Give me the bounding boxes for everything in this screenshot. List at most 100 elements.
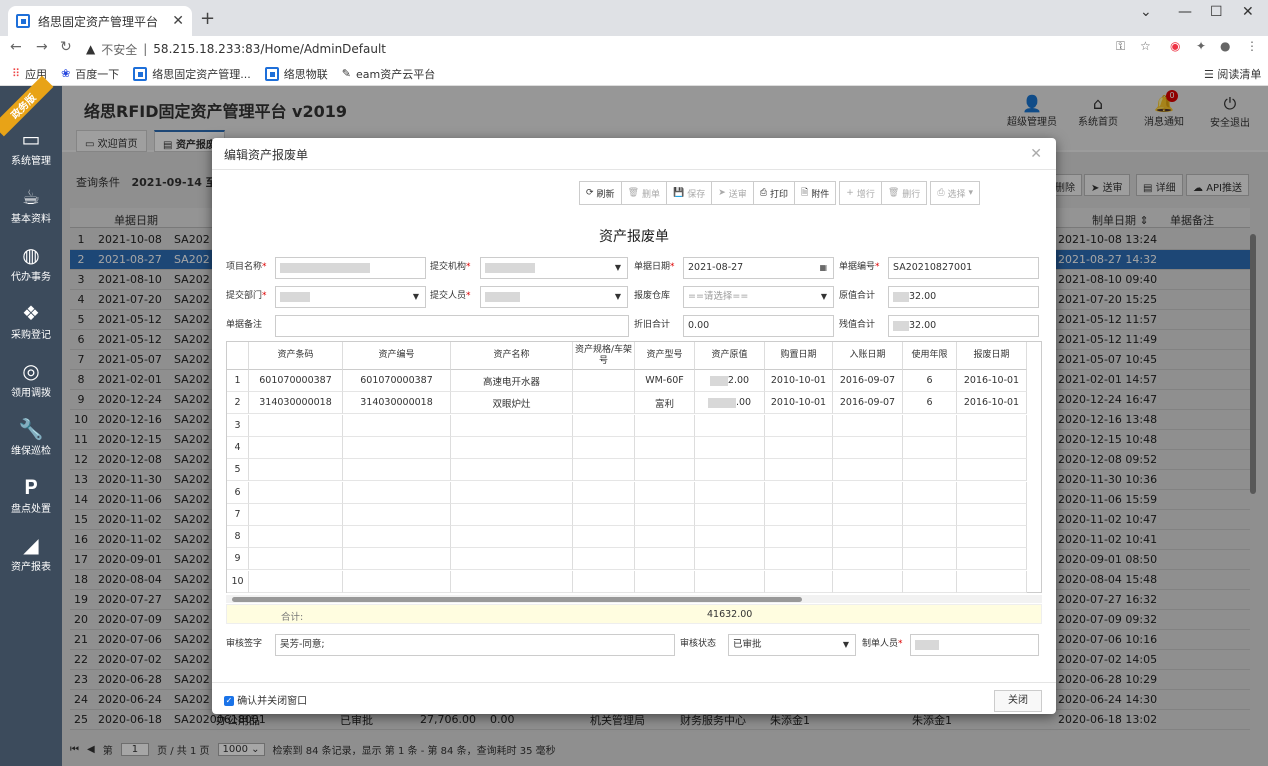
grid-cell[interactable] (343, 436, 451, 459)
maker-field[interactable] (910, 634, 1039, 656)
sign-field[interactable]: 吴芳-同意; (275, 634, 675, 656)
send-audit-button[interactable]: ➤ 送审 (711, 181, 754, 205)
grid-cell[interactable] (903, 459, 957, 482)
grid-cell[interactable]: 富利 (635, 392, 695, 415)
grid-cell[interactable] (695, 481, 765, 504)
sidebar-item-reports[interactable]: ◢ 资产报表 (0, 532, 62, 573)
grid-cell[interactable] (957, 526, 1027, 549)
grid-cell[interactable] (635, 481, 695, 504)
submit-org-select[interactable]: ▼ (480, 257, 628, 279)
close-icon[interactable]: ✕ (1030, 146, 1042, 162)
grid-cell[interactable] (249, 570, 343, 593)
grid-cell[interactable] (451, 481, 573, 504)
chrome-extension-icon[interactable]: ◉ (1170, 39, 1180, 53)
grid-cell[interactable] (957, 548, 1027, 571)
grid-cell[interactable] (451, 526, 573, 549)
grid-cell[interactable] (903, 526, 957, 549)
grid-cell[interactable] (573, 370, 635, 392)
grid-cell[interactable] (903, 548, 957, 571)
close-button[interactable]: 关闭 (994, 690, 1042, 712)
grid-cell[interactable] (903, 481, 957, 504)
grid-cell[interactable] (451, 503, 573, 526)
refresh-button[interactable]: ⟳ 刷新 (579, 181, 622, 205)
calendar-icon[interactable]: ▦ (819, 258, 827, 278)
scroll-thumb[interactable] (232, 597, 802, 602)
delete-row-button[interactable]: 🗑 删行 (880, 181, 928, 205)
doc-date-field[interactable]: 2021-08-27 ▦ (683, 257, 834, 279)
grid-cell[interactable] (343, 526, 451, 549)
sidebar-item-maintain[interactable]: 🔧 维保巡检 (0, 416, 62, 457)
grid-cell[interactable] (635, 414, 695, 437)
grid-cell[interactable] (903, 436, 957, 459)
confirm-close-checkbox[interactable]: ✓ 确认并关闭窗口 (224, 692, 307, 707)
forward-icon[interactable]: → (36, 39, 48, 55)
grid-cell[interactable] (957, 570, 1027, 593)
grid-cell[interactable] (573, 459, 635, 482)
grid-cell[interactable] (833, 503, 903, 526)
residual-total-field[interactable]: 32.00 (888, 315, 1039, 337)
submit-dept-select[interactable]: ▼ (275, 286, 426, 308)
chevron-down-icon[interactable]: ⌄ (1140, 4, 1152, 20)
grid-cell[interactable] (695, 436, 765, 459)
grid-cell[interactable] (249, 436, 343, 459)
grid-cell[interactable] (451, 548, 573, 571)
warehouse-select[interactable]: ==请选择== ▼ (683, 286, 834, 308)
depr-total-field[interactable]: 0.00 (683, 315, 834, 337)
grid-cell[interactable] (765, 414, 833, 437)
grid-cell[interactable]: .00 (695, 392, 765, 415)
grid-cell[interactable] (903, 570, 957, 593)
project-name-field[interactable] (275, 257, 426, 279)
new-tab-icon[interactable]: + (200, 8, 215, 29)
grid-cell[interactable] (635, 436, 695, 459)
grid-cell[interactable] (635, 548, 695, 571)
grid-cell[interactable] (695, 503, 765, 526)
grid-cell[interactable] (765, 526, 833, 549)
close-tab-icon[interactable]: ✕ (172, 13, 184, 29)
grid-cell[interactable]: 601070000387 (343, 370, 451, 392)
grid-cell[interactable]: 2016-09-07 (833, 392, 903, 415)
sidebar-item-todo[interactable]: ◍ 代办事务 (0, 242, 62, 283)
puzzle-icon[interactable]: ✦ (1196, 39, 1206, 53)
grid-cell[interactable]: 6 (903, 392, 957, 415)
grid-cell[interactable] (765, 570, 833, 593)
grid-cell[interactable] (343, 570, 451, 593)
grid-cell[interactable] (249, 414, 343, 437)
grid-cell[interactable] (573, 503, 635, 526)
bookmark-asset-platform[interactable]: 络思固定资产管理... (133, 66, 251, 82)
grid-cell[interactable]: 314030000018 (343, 392, 451, 415)
select-dropdown-button[interactable]: ⎙ 选择 ▾ (930, 181, 981, 205)
maximize-icon[interactable]: ☐ (1210, 4, 1223, 20)
grid-cell[interactable] (573, 548, 635, 571)
grid-cell[interactable] (343, 414, 451, 437)
grid-cell[interactable]: 6 (903, 370, 957, 392)
grid-cell[interactable] (833, 459, 903, 482)
grid-cell[interactable] (695, 570, 765, 593)
grid-cell[interactable] (957, 459, 1027, 482)
save-button[interactable]: 💾 保存 (666, 181, 713, 205)
grid-cell[interactable] (635, 459, 695, 482)
attachment-button[interactable]: 🗎 附件 (794, 181, 837, 205)
grid-cell[interactable] (573, 392, 635, 415)
delete-doc-button[interactable]: 🗑 删单 (620, 181, 668, 205)
bookmark-iot[interactable]: 络思物联 (264, 66, 328, 82)
grid-cell[interactable] (573, 526, 635, 549)
grid-cell[interactable] (833, 414, 903, 437)
grid-cell[interactable] (765, 503, 833, 526)
back-icon[interactable]: ← (10, 39, 22, 55)
grid-cell[interactable] (573, 570, 635, 593)
grid-cell[interactable]: 314030000018 (249, 392, 343, 415)
grid-cell[interactable] (249, 526, 343, 549)
grid-cell[interactable] (695, 414, 765, 437)
grid-cell[interactable] (833, 436, 903, 459)
grid-cell[interactable] (343, 459, 451, 482)
grid-cell[interactable] (833, 570, 903, 593)
submitter-select[interactable]: ▼ (480, 286, 628, 308)
status-select[interactable]: 已审批 ▼ (728, 634, 856, 656)
grid-cell[interactable] (765, 459, 833, 482)
grid-cell[interactable] (957, 481, 1027, 504)
grid-cell[interactable] (451, 459, 573, 482)
grid-cell[interactable] (249, 548, 343, 571)
grid-cell[interactable]: 2016-09-07 (833, 370, 903, 392)
grid-cell[interactable] (833, 526, 903, 549)
grid-cell[interactable] (249, 503, 343, 526)
